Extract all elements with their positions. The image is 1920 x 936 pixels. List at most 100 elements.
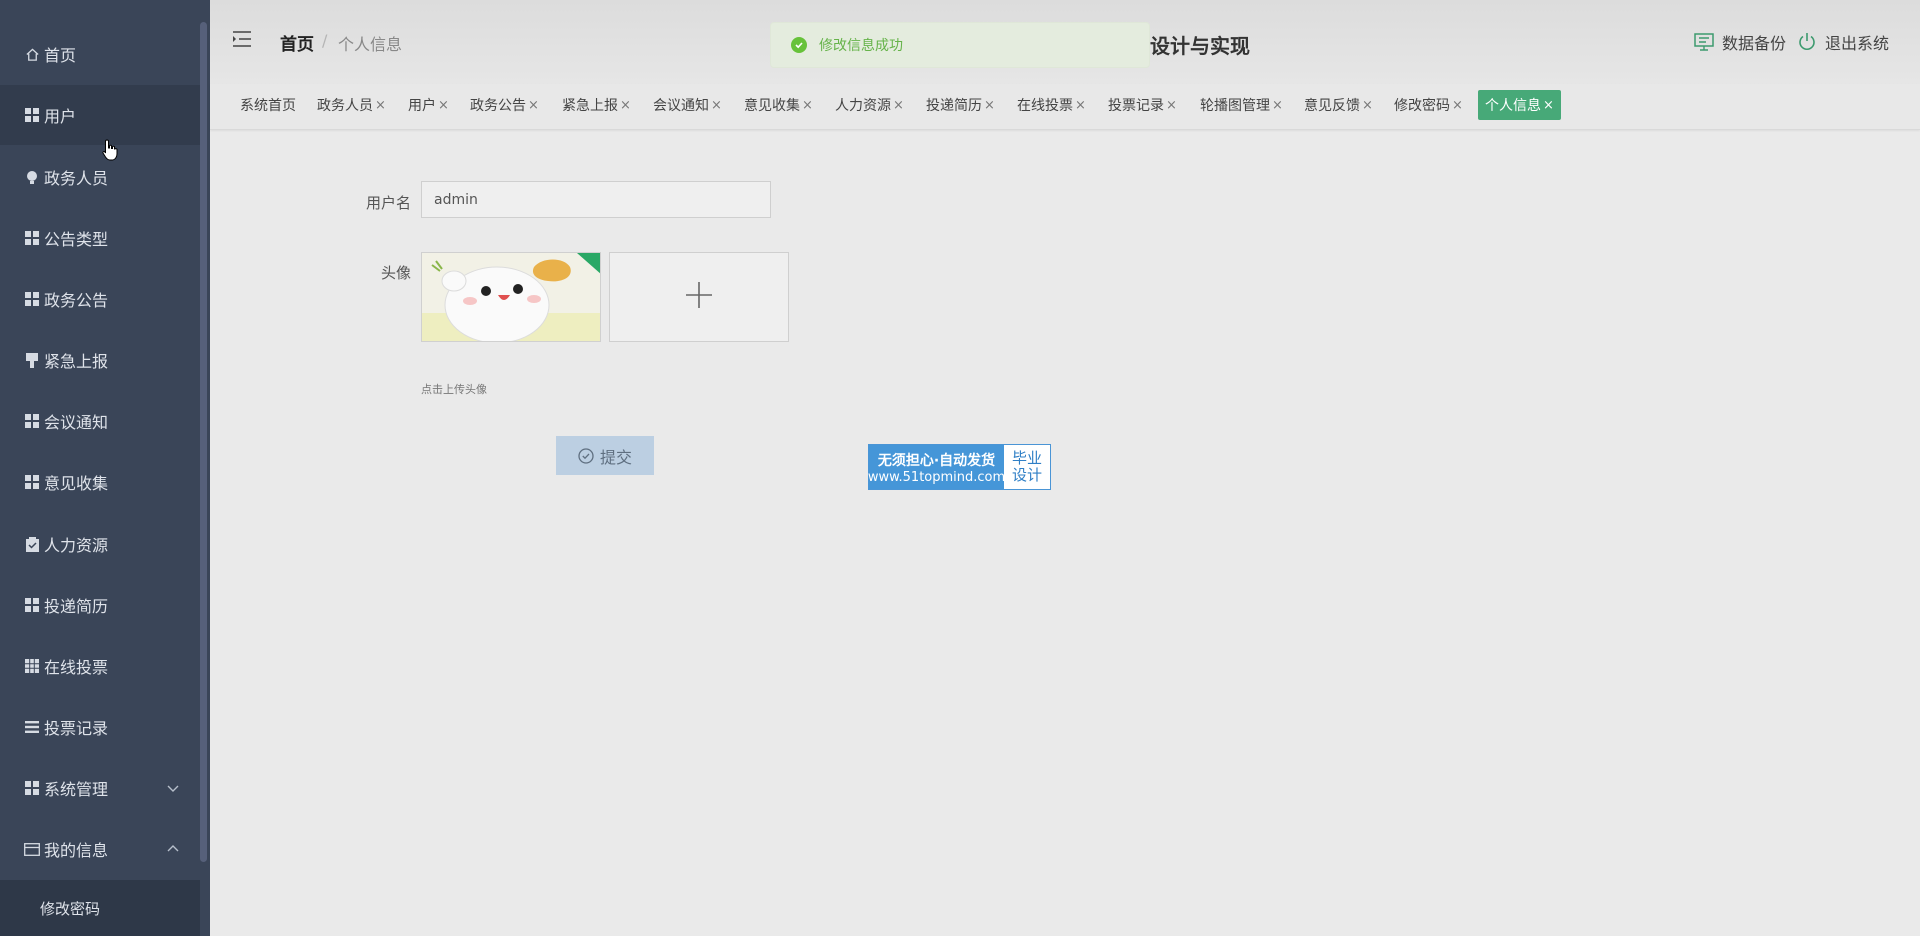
system-title: 设计与实现 — [1150, 34, 1250, 58]
grid-icon — [24, 107, 40, 123]
data-backup-button[interactable]: 数据备份 — [1694, 30, 1786, 54]
tab-label: 个人信息 — [1485, 98, 1541, 114]
sidebar-item-label: 投票记录 — [44, 719, 109, 738]
breadcrumb-separator: / — [322, 31, 328, 50]
sidebar-subitem-change-password[interactable]: 修改密码 — [40, 898, 100, 919]
tab-emergency[interactable]: 紧急上报 × — [562, 90, 631, 120]
tab-hr[interactable]: 人力资源 × — [835, 90, 904, 120]
home-icon — [24, 46, 40, 62]
card-icon — [24, 841, 40, 857]
avatar-label: 头像 — [380, 264, 411, 282]
tab-resume[interactable]: 投递简历 × — [926, 90, 995, 120]
close-icon[interactable]: × — [893, 98, 904, 113]
power-icon — [1797, 32, 1825, 52]
close-icon[interactable]: × — [620, 98, 631, 113]
breadcrumb-current: 个人信息 — [338, 35, 403, 54]
avatar-upload-button[interactable] — [609, 252, 789, 342]
close-icon[interactable]: × — [1166, 98, 1177, 113]
tab-opinion[interactable]: 意见收集 × — [744, 90, 813, 120]
grid-icon — [24, 780, 40, 796]
tab-label: 意见反馈 — [1304, 98, 1360, 114]
close-icon[interactable]: × — [802, 98, 813, 113]
sidebar-item-label: 会议通知 — [44, 413, 109, 432]
tab-users[interactable]: 用户 × — [408, 90, 449, 120]
tab-label: 系统首页 — [240, 98, 296, 114]
close-icon[interactable]: × — [1452, 98, 1463, 113]
sidebar-item-notice-type[interactable]: 公告类型 — [0, 208, 200, 268]
tab-label: 政务人员 — [317, 98, 373, 114]
sidebar-item-opinion[interactable]: 意见收集 — [0, 452, 200, 512]
sidebar-item-home[interactable]: 首页 — [0, 24, 200, 84]
sidebar-item-label: 意见收集 — [44, 474, 109, 493]
tab-label: 轮播图管理 — [1200, 98, 1270, 114]
tab-vote[interactable]: 在线投票 × — [1017, 90, 1086, 120]
check-circle-icon — [791, 37, 807, 53]
sidebar-item-gov-staff[interactable]: 政务人员 — [0, 147, 200, 207]
sidebar-item-my-info[interactable]: 我的信息 — [0, 819, 200, 879]
close-icon[interactable]: × — [711, 98, 722, 113]
watermark-right-line1: 毕业 — [1011, 449, 1042, 467]
grid-icon — [24, 291, 40, 307]
table-icon — [24, 658, 40, 674]
tab-label: 政务公告 — [470, 98, 526, 114]
sidebar-item-gov-notice[interactable]: 政务公告 — [0, 269, 200, 329]
tab-home[interactable]: 系统首页 — [240, 90, 296, 120]
sidebar-item-system[interactable]: 系统管理 — [0, 758, 200, 818]
tab-label: 人力资源 — [835, 98, 891, 114]
toast-message: 修改信息成功 — [819, 38, 903, 54]
watermark-line2: www.51topmind.com — [867, 469, 1006, 485]
close-icon[interactable]: × — [1272, 98, 1283, 113]
submit-button[interactable]: 提交 — [556, 436, 654, 475]
close-icon[interactable]: × — [375, 98, 386, 113]
sidebar-item-meeting[interactable]: 会议通知 — [0, 391, 200, 451]
grid-icon — [24, 413, 40, 429]
close-icon[interactable]: × — [1075, 98, 1086, 113]
sidebar-item-label: 投递简历 — [44, 597, 109, 616]
tab-vote-record[interactable]: 投票记录 × — [1108, 90, 1177, 120]
sidebar-item-vote[interactable]: 在线投票 — [0, 636, 200, 696]
backup-label: 数据备份 — [1722, 34, 1787, 53]
sidebar-item-label: 紧急上报 — [44, 352, 109, 371]
tab-label: 修改密码 — [1394, 98, 1450, 114]
close-icon[interactable]: × — [528, 98, 539, 113]
bulb-icon — [24, 169, 40, 185]
sidebar-item-label: 公告类型 — [44, 230, 109, 249]
sidebar-item-users[interactable]: 用户 — [0, 85, 200, 145]
tab-change-password[interactable]: 修改密码 × — [1394, 90, 1463, 120]
tab-label: 投递简历 — [926, 98, 982, 114]
sidebar-item-label: 首页 — [44, 46, 77, 65]
sidebar-item-hr[interactable]: 人力资源 — [0, 514, 200, 574]
menu-toggle-icon[interactable] — [232, 30, 252, 48]
close-icon[interactable]: × — [984, 98, 995, 113]
upload-tip: 点击上传头像 — [421, 383, 487, 396]
tab-gov-staff[interactable]: 政务人员 × — [317, 90, 386, 120]
username-value: admin — [434, 191, 478, 208]
tab-label: 投票记录 — [1108, 98, 1164, 114]
tab-label: 会议通知 — [653, 98, 709, 114]
tab-label: 用户 — [408, 98, 436, 114]
sidebar-item-label: 政务公告 — [44, 291, 109, 310]
avatar-image[interactable] — [421, 252, 601, 342]
watermark-badge: 无须担心·自动发货 www.51topmind.com 毕业 设计 — [868, 444, 1051, 490]
breadcrumb-home[interactable]: 首页 — [280, 30, 314, 55]
sidebar-item-label: 我的信息 — [44, 841, 109, 860]
username-input[interactable]: admin — [421, 181, 771, 218]
list-icon — [24, 719, 40, 735]
grid-icon — [24, 230, 40, 246]
sidebar-item-vote-record[interactable]: 投票记录 — [0, 697, 200, 757]
tab-feedback[interactable]: 意见反馈 × — [1304, 90, 1373, 120]
close-icon[interactable]: × — [1543, 98, 1554, 113]
close-icon[interactable]: × — [438, 98, 449, 113]
tab-profile[interactable]: 个人信息 × — [1478, 90, 1561, 120]
tab-meeting[interactable]: 会议通知 × — [653, 90, 722, 120]
tab-gov-notice[interactable]: 政务公告 × — [470, 90, 539, 120]
sidebar-item-resume[interactable]: 投递简历 — [0, 575, 200, 635]
logout-button[interactable]: 退出系统 — [1797, 30, 1889, 54]
tab-label: 意见收集 — [744, 98, 800, 114]
chevron-up-icon — [166, 841, 180, 855]
close-icon[interactable]: × — [1362, 98, 1373, 113]
sidebar-item-emergency[interactable]: 紧急上报 — [0, 330, 200, 390]
sidebar-scrollbar[interactable] — [200, 22, 207, 862]
monitor-icon — [1694, 33, 1722, 51]
tab-carousel[interactable]: 轮播图管理 × — [1200, 90, 1283, 120]
